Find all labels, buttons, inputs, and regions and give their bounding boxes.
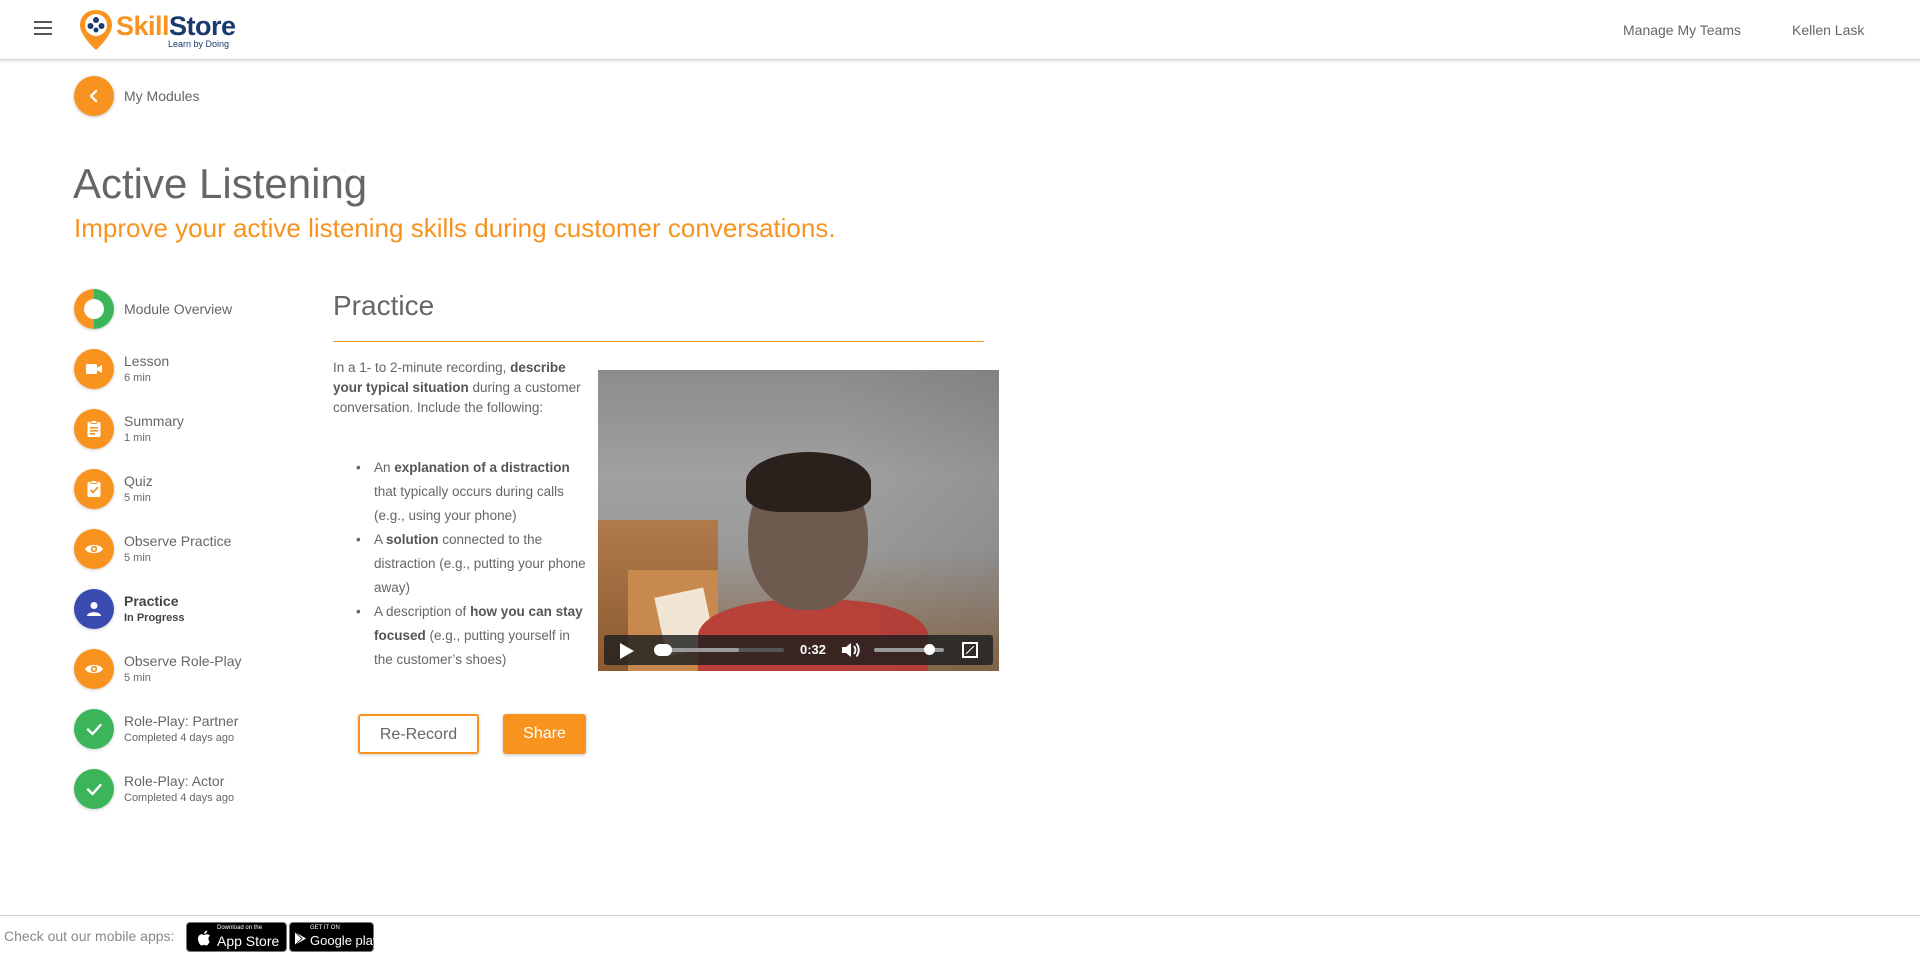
video-time: 0:32 xyxy=(800,642,827,657)
clipboard-check-icon xyxy=(87,480,101,497)
step-duration: 5 min xyxy=(124,552,151,564)
chevron-left-icon xyxy=(89,89,98,103)
footer: Check out our mobile apps: Download on t… xyxy=(0,915,1920,955)
re-record-button[interactable]: Re-Record xyxy=(358,714,479,754)
volume-icon[interactable] xyxy=(840,641,862,659)
apple-icon xyxy=(198,930,210,946)
volume-slider-knob[interactable] xyxy=(924,644,936,655)
step-duration: 1 min xyxy=(124,432,151,444)
logo-tagline: Learn by Doing xyxy=(168,39,230,49)
volume-slider[interactable] xyxy=(874,644,944,655)
step-status: In Progress xyxy=(124,612,185,624)
eye-icon xyxy=(85,664,103,674)
video-controls-bar: 0:32 xyxy=(604,635,993,665)
list-item: A solution connected to the distraction … xyxy=(356,528,588,600)
share-button[interactable]: Share xyxy=(503,714,586,754)
hamburger-menu-icon[interactable] xyxy=(34,21,52,35)
step-practice[interactable]: Practice In Progress xyxy=(74,589,294,631)
step-label: Summary xyxy=(124,413,184,429)
recording-video-player[interactable]: 0:32 xyxy=(598,370,999,671)
step-status: Completed 4 days ago xyxy=(124,732,235,744)
video-camera-icon xyxy=(86,364,102,374)
practice-instructions: In a 1- to 2-minute recording, describe … xyxy=(333,360,581,415)
skillstore-logo[interactable]: SkillStore Learn by Doing xyxy=(78,8,238,52)
step-quiz[interactable]: Quiz 5 min xyxy=(74,469,294,511)
badge-caption: GET IT ON xyxy=(310,925,340,931)
donut-progress-icon xyxy=(74,289,114,329)
list-item: A description of how you can stay focuse… xyxy=(356,600,588,672)
page-title: Active Listening xyxy=(73,160,368,207)
list-item: An explanation of a distraction that typ… xyxy=(356,456,588,528)
step-label: Practice xyxy=(124,593,179,609)
step-label: Lesson xyxy=(124,353,170,369)
step-circle xyxy=(74,649,114,689)
section-title: Practice xyxy=(333,290,435,321)
step-label: Observe Role-Play xyxy=(124,653,242,669)
badge-title: Google play xyxy=(310,933,380,948)
video-progress-bar[interactable] xyxy=(654,644,784,656)
step-circle xyxy=(74,709,114,749)
step-duration: 5 min xyxy=(124,672,151,684)
step-role-play-partner[interactable]: Role-Play: Partner Completed 4 days ago xyxy=(74,709,294,751)
logo-wordmark: SkillStore xyxy=(116,11,236,41)
play-icon[interactable] xyxy=(620,643,634,659)
step-label: Quiz xyxy=(124,473,153,489)
checkmark-icon xyxy=(86,723,102,736)
user-menu-link[interactable]: Kellen Lask xyxy=(1792,22,1864,38)
footer-text: Check out our mobile apps: xyxy=(4,928,175,944)
step-circle xyxy=(74,349,114,389)
step-circle xyxy=(74,409,114,449)
step-module-overview[interactable]: Module Overview xyxy=(74,289,294,331)
page-subtitle: Improve your active listening skills dur… xyxy=(74,213,836,243)
section-divider xyxy=(333,341,984,342)
app-store-badge[interactable]: Download on the App Store xyxy=(186,922,287,952)
google-play-badge[interactable]: GET IT ON Google play xyxy=(289,922,379,952)
step-observe-role-play[interactable]: Observe Role-Play 5 min xyxy=(74,649,294,691)
badge-title: App Store xyxy=(217,933,280,949)
step-circle xyxy=(74,529,114,569)
step-label: Observe Practice xyxy=(124,533,232,549)
person-icon xyxy=(87,602,101,616)
step-observe-practice[interactable]: Observe Practice 5 min xyxy=(74,529,294,571)
video-progress-knob[interactable] xyxy=(654,644,672,656)
manage-my-teams-link[interactable]: Manage My Teams xyxy=(1623,22,1741,38)
fullscreen-icon[interactable] xyxy=(962,642,978,658)
back-button[interactable] xyxy=(74,76,114,116)
badge-caption: Download on the xyxy=(217,925,263,931)
clipboard-icon xyxy=(87,420,101,437)
step-label: Module Overview xyxy=(124,301,233,317)
step-label: Role-Play: Actor xyxy=(124,773,225,789)
back-link-my-modules[interactable]: My Modules xyxy=(124,88,199,104)
step-label: Role-Play: Partner xyxy=(124,713,239,729)
step-circle xyxy=(74,469,114,509)
step-duration: 5 min xyxy=(124,492,151,504)
checkmark-icon xyxy=(86,783,102,796)
step-role-play-actor[interactable]: Role-Play: Actor Completed 4 days ago xyxy=(74,769,294,811)
step-lesson[interactable]: Lesson 6 min xyxy=(74,349,294,391)
step-circle xyxy=(74,589,114,629)
step-summary[interactable]: Summary 1 min xyxy=(74,409,294,451)
eye-icon xyxy=(85,544,103,554)
practice-requirements-list: An explanation of a distraction that typ… xyxy=(356,456,588,672)
step-status: Completed 4 days ago xyxy=(124,792,235,804)
logo-pin-icon xyxy=(80,10,112,50)
top-header: SkillStore Learn by Doing Manage My Team… xyxy=(0,0,1920,60)
step-duration: 6 min xyxy=(124,372,151,384)
google-play-icon xyxy=(294,931,306,946)
video-frame-shade xyxy=(598,370,999,671)
step-circle xyxy=(74,769,114,809)
